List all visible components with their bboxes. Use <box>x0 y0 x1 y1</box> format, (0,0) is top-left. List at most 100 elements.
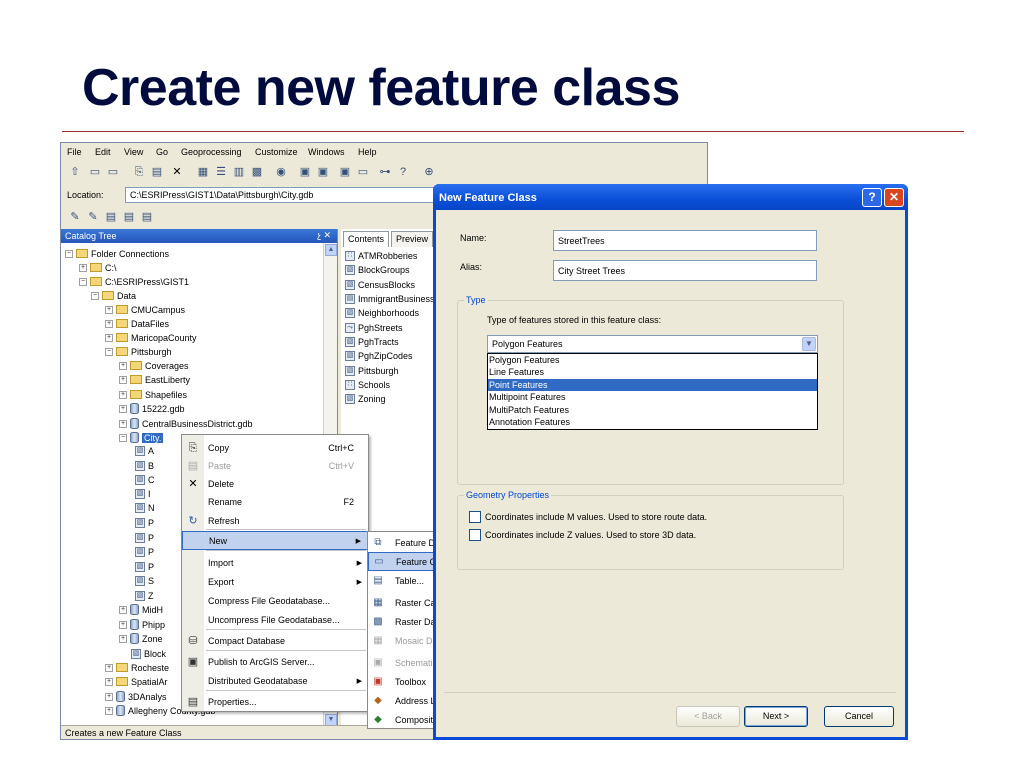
submenu-schematic[interactable]: ▣ Schemati <box>368 653 438 672</box>
expand-icon[interactable]: + <box>119 390 127 399</box>
export-icon[interactable]: ▤ <box>121 209 137 225</box>
menu-geoprocessing[interactable]: Geoprocessing <box>181 147 242 157</box>
name-field[interactable]: StreetTrees <box>553 230 817 251</box>
feature-type-option[interactable]: Point Features <box>488 378 817 392</box>
contents-item[interactable]: ▧ PghTracts <box>345 335 435 349</box>
print-icon[interactable]: ▤ <box>139 209 155 225</box>
menu-item-paste[interactable]: ▤ Paste Ctrl+V <box>182 456 368 475</box>
menu-edit[interactable]: Edit <box>95 147 111 157</box>
menu-item-delete[interactable]: ✕ Delete <box>182 474 368 493</box>
list-view-icon[interactable]: ☰ <box>213 164 229 180</box>
menu-item-properties[interactable]: ▤ Properties... <box>182 692 368 711</box>
zoom-in-icon[interactable]: ⊕ <box>421 164 437 180</box>
expand-icon[interactable]: + <box>105 692 113 701</box>
details-view-icon[interactable]: ▥ <box>231 164 247 180</box>
thumbnails-icon[interactable]: ▩ <box>249 164 265 180</box>
submenu-raster-dataset[interactable]: ▩ Raster Da <box>368 612 438 631</box>
menu-customize[interactable]: Customize <box>255 147 298 157</box>
pane-pin-close-icon[interactable]: չ ✕ <box>317 230 331 241</box>
feature-type-option[interactable]: MultiPatch Features <box>488 404 817 416</box>
connect-folder-icon[interactable]: ▭ <box>87 164 103 180</box>
model-builder-icon[interactable]: ⊶ <box>377 164 393 180</box>
whats-this-icon[interactable]: ? <box>395 164 411 180</box>
expand-icon[interactable]: + <box>79 263 87 272</box>
feature-type-option[interactable]: Annotation Features <box>488 416 817 428</box>
tree-node[interactable]: ▧ C <box>135 473 155 486</box>
cancel-button[interactable]: Cancel <box>824 706 894 727</box>
tree-node[interactable]: ▧ Z <box>135 589 154 602</box>
contents-item[interactable]: ▧ Pittsburgh <box>345 363 435 377</box>
m-values-option[interactable]: Coordinates include M values. Used to st… <box>469 511 707 523</box>
submenu-toolbox[interactable]: ▣ Toolbox <box>368 672 438 691</box>
tree-node[interactable]: ▧ S <box>135 574 154 587</box>
feature-type-option[interactable]: Polygon Features <box>488 354 817 366</box>
menu-go[interactable]: Go <box>156 147 168 157</box>
python-window-icon[interactable]: ▭ <box>355 164 371 180</box>
submenu-address-locator[interactable]: ◆ Address L <box>368 691 438 710</box>
feature-type-select[interactable]: Polygon Features ▼ <box>487 335 818 353</box>
contents-item[interactable]: ▧ Zoning <box>345 392 435 406</box>
catalog-tree-icon[interactable]: ▣ <box>297 164 313 180</box>
tree-node[interactable]: + MaricopaCounty <box>105 331 197 344</box>
menu-help[interactable]: Help <box>358 147 377 157</box>
tree-node[interactable]: + Phipp <box>119 618 165 631</box>
menu-file[interactable]: File <box>67 147 82 157</box>
expand-icon[interactable]: + <box>105 663 113 672</box>
submenu-feature-class[interactable]: ▭ Feature C <box>368 552 438 571</box>
tree-node[interactable]: − Folder Connections <box>65 247 169 260</box>
collapse-icon[interactable]: − <box>91 291 99 300</box>
expand-icon[interactable]: + <box>119 361 127 370</box>
toolbox-icon[interactable]: ▣ <box>315 164 331 180</box>
contents-item[interactable]: ▤ ImmigrantBusiness <box>345 292 435 306</box>
tab-contents[interactable]: Contents <box>343 231 390 247</box>
tree-node[interactable]: + Coverages <box>119 359 189 372</box>
tree-node[interactable]: ▧ I <box>135 487 151 500</box>
contents-item[interactable]: ▧ BlockGroups <box>345 263 435 277</box>
tree-node[interactable]: ▧ B <box>135 459 154 472</box>
expand-icon[interactable]: + <box>119 404 127 413</box>
search-icon[interactable]: ◉ <box>273 164 289 180</box>
tree-node[interactable]: + Zone <box>119 632 163 645</box>
contents-item[interactable]: ▧ PghZipCodes <box>345 349 435 363</box>
tree-node[interactable]: + DataFiles <box>105 317 169 330</box>
menu-item-refresh[interactable]: ↻ Refresh <box>182 511 368 530</box>
tree-node[interactable]: ▧ P <box>135 531 154 544</box>
submenu-raster-catalog[interactable]: ▦ Raster Ca <box>368 593 438 612</box>
scroll-up-icon[interactable]: ▲ <box>325 244 337 256</box>
back-button[interactable]: < Back <box>676 706 740 727</box>
delete-icon[interactable]: ✕ <box>169 164 185 180</box>
next-button[interactable]: Next > <box>744 706 808 727</box>
up-one-level-icon[interactable]: ⇧ <box>67 164 83 180</box>
tree-node[interactable]: + CMUCampus <box>105 303 185 316</box>
contents-item[interactable]: ▧ Neighborhoods <box>345 306 435 320</box>
large-icons-icon[interactable]: ▦ <box>195 164 211 180</box>
menu-item-publish[interactable]: ▣ Publish to ArcGIS Server... <box>182 652 368 671</box>
copy-icon[interactable]: ⎘ <box>131 164 147 180</box>
submenu-composite[interactable]: ◆ Composit <box>368 710 438 728</box>
collapse-icon[interactable]: − <box>65 249 73 258</box>
menu-item-compress[interactable]: Compress File Geodatabase... <box>182 591 368 610</box>
contents-item[interactable]: ⤳ PghStreets <box>345 320 435 334</box>
contents-item[interactable]: ∷ ATMRobberies <box>345 249 435 263</box>
collapse-icon[interactable]: − <box>105 347 113 356</box>
close-button[interactable]: ✕ <box>884 188 904 207</box>
menu-item-import[interactable]: Import ▶ <box>182 553 368 572</box>
tree-node[interactable]: + MidH <box>119 603 163 616</box>
tree-node[interactable]: − C:\ESRIPress\GIST1 <box>79 275 189 288</box>
tree-node[interactable]: + C:\ <box>79 261 117 274</box>
expand-icon[interactable]: + <box>105 305 113 314</box>
menu-item-uncompress[interactable]: Uncompress File Geodatabase... <box>182 610 368 629</box>
collapse-icon[interactable]: − <box>79 277 87 286</box>
collapse-icon[interactable]: − <box>119 433 127 442</box>
tree-node[interactable]: ▧ A <box>135 444 154 457</box>
menu-view[interactable]: View <box>124 147 143 157</box>
expand-icon[interactable]: + <box>105 319 113 328</box>
menu-item-rename[interactable]: Rename F2 <box>182 492 368 511</box>
tree-node[interactable]: ▧ N <box>135 501 155 514</box>
feature-type-option[interactable]: Multipoint Features <box>488 391 817 403</box>
paste-icon[interactable]: ▤ <box>149 164 165 180</box>
contents-item[interactable]: ∷ Schools <box>345 378 435 392</box>
tree-node[interactable]: + EastLiberty <box>119 373 190 386</box>
tree-node[interactable]: ▧ P <box>135 560 154 573</box>
tree-node[interactable]: +15222.gdb <box>119 402 185 415</box>
